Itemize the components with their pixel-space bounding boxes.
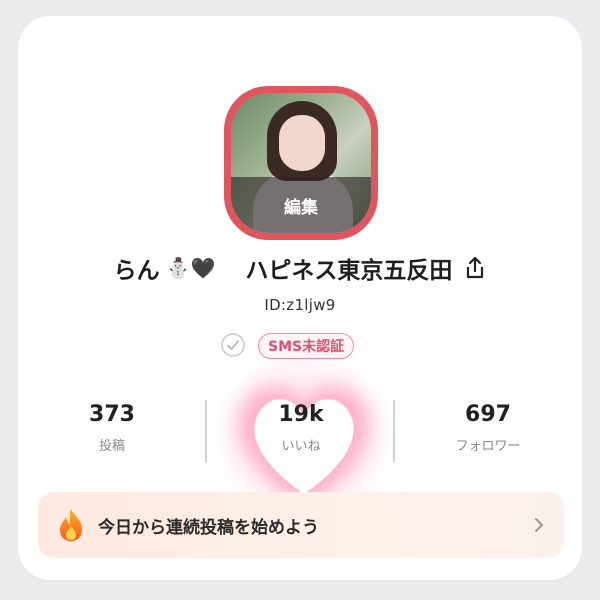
stat-likes-label: いいね bbox=[281, 439, 321, 454]
avatar-edit-label: 編集 bbox=[284, 197, 318, 218]
avatar-photo: 編集 bbox=[231, 93, 371, 233]
fire-icon bbox=[60, 509, 82, 541]
stat-followers[interactable]: 697 フォロワー bbox=[418, 402, 558, 454]
stat-posts-label: 投稿 bbox=[98, 439, 125, 454]
streak-banner[interactable]: 今日から連続投稿を始めよう bbox=[38, 492, 564, 558]
profile-card: 編集 らん ⛄🖤 ハピネス東京五反田 ID:z1ljw9 SMS未認証 373 … bbox=[18, 16, 582, 580]
streak-text: 今日から連続投稿を始めよう bbox=[98, 517, 319, 538]
stat-followers-label: フォロワー bbox=[455, 439, 521, 454]
profile-name: らん bbox=[113, 258, 160, 284]
sms-status-label: SMS未認証 bbox=[268, 339, 345, 355]
shop-name: ハピネス東京五反田 bbox=[245, 258, 453, 284]
avatar-edit-button[interactable]: 編集 bbox=[231, 177, 371, 233]
sms-status-badge[interactable]: SMS未認証 bbox=[258, 333, 355, 359]
stat-followers-value: 697 bbox=[465, 402, 511, 427]
check-circle-icon bbox=[221, 333, 245, 357]
name-emojis: ⛄🖤 bbox=[165, 256, 216, 280]
stat-posts-value: 373 bbox=[89, 402, 135, 427]
stat-likes-value: 19k bbox=[278, 402, 324, 427]
avatar[interactable]: 編集 bbox=[224, 86, 378, 240]
stat-divider bbox=[205, 400, 207, 462]
stat-posts[interactable]: 373 投稿 bbox=[42, 402, 182, 454]
chevron-right-icon bbox=[535, 518, 543, 532]
share-icon[interactable] bbox=[464, 256, 486, 280]
stat-likes[interactable]: 19k いいね bbox=[231, 402, 371, 454]
stat-divider bbox=[393, 400, 395, 462]
name-row: らん ⛄🖤 ハピネス東京五反田 bbox=[18, 248, 582, 288]
user-id: ID:z1ljw9 bbox=[264, 296, 336, 314]
